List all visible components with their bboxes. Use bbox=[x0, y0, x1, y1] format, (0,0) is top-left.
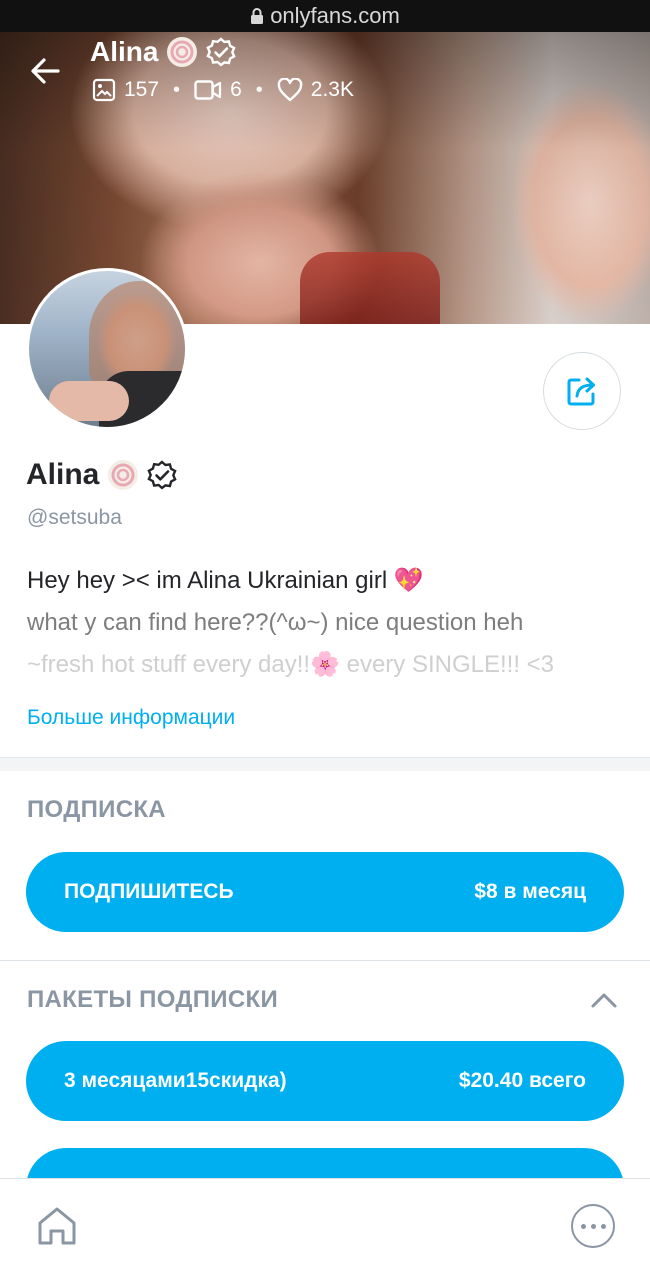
share-icon bbox=[567, 377, 595, 406]
more-info-link[interactable]: Больше информации bbox=[27, 706, 235, 730]
bundle-price: $20.40 всего bbox=[458, 1069, 586, 1092]
heart-icon bbox=[277, 78, 303, 102]
profile-bio: Hey hey >< im Alina Ukrainian girl 💖 wha… bbox=[27, 560, 627, 686]
bio-line: what y can find here??(^ω~) nice questio… bbox=[27, 609, 524, 636]
videos-count: 6 bbox=[230, 78, 242, 101]
header-name: Alina bbox=[90, 36, 237, 68]
browser-url-bar[interactable]: onlyfans.com bbox=[0, 0, 650, 32]
subscribe-price: $8 в месяц bbox=[474, 880, 586, 903]
verified-icon bbox=[147, 460, 177, 490]
subscribe-button[interactable]: ПОДПИШИТЕСЬ $8 в месяц bbox=[26, 852, 624, 932]
bundle-button[interactable]: 3 месяцами15скидка) $20.40 всего bbox=[26, 1041, 624, 1121]
profile-name-text: Alina bbox=[26, 458, 100, 491]
likes-count: 2.3K bbox=[310, 78, 354, 101]
bio-line: ~fresh hot stuff every day!!🌸 every SING… bbox=[27, 651, 555, 678]
profile-handle: @setsuba bbox=[27, 506, 122, 529]
header-name-text: Alina bbox=[90, 36, 159, 67]
verified-icon bbox=[206, 37, 237, 67]
header-stats: 157 • 6 • 2.3K bbox=[92, 78, 354, 102]
browser-url: onlyfans.com bbox=[270, 3, 400, 28]
profile-header: Alina 157 • 6 • 2.3K bbox=[0, 32, 650, 112]
share-button[interactable] bbox=[543, 352, 621, 430]
home-icon[interactable] bbox=[34, 1203, 80, 1249]
bio-line: Hey hey >< im Alina Ukrainian girl 💖 bbox=[27, 567, 424, 594]
image-icon bbox=[92, 78, 116, 102]
subscription-title: ПОДПИСКА bbox=[27, 796, 166, 823]
divider bbox=[0, 960, 650, 961]
lollipop-badge-icon bbox=[167, 37, 198, 67]
back-arrow-icon[interactable] bbox=[28, 54, 62, 88]
photos-count: 157 bbox=[124, 78, 160, 101]
subscribe-label: ПОДПИШИТЕСЬ bbox=[64, 880, 234, 903]
lollipop-badge-icon bbox=[108, 460, 139, 490]
bundles-title: ПАКЕТЫ ПОДПИСКИ bbox=[27, 986, 278, 1013]
lock-icon bbox=[251, 8, 264, 24]
chevron-up-icon[interactable] bbox=[590, 990, 618, 1010]
video-icon bbox=[194, 80, 222, 100]
avatar[interactable] bbox=[26, 268, 188, 430]
bottom-nav bbox=[0, 1178, 650, 1280]
bundle-label: 3 месяцами15скидка) bbox=[64, 1069, 287, 1092]
more-icon[interactable] bbox=[571, 1204, 615, 1248]
profile-name: Alina bbox=[26, 458, 177, 492]
section-separator bbox=[0, 757, 650, 771]
